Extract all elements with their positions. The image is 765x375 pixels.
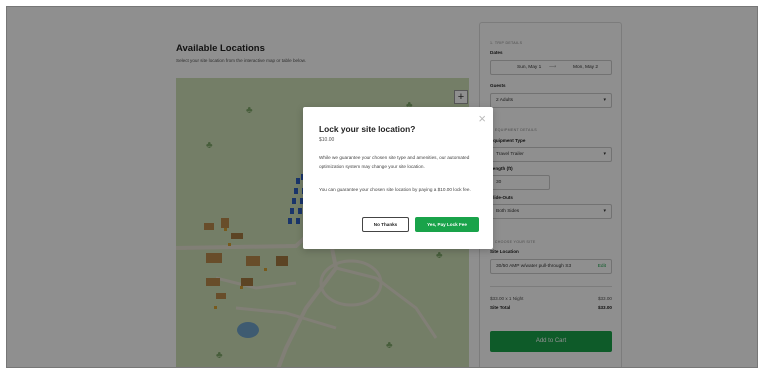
dialog-title: Lock your site location? (319, 124, 416, 134)
browser-viewport: Available Locations Select your site loc… (6, 6, 758, 368)
lock-site-dialog: × Lock your site location? $10.00 While … (303, 107, 493, 249)
pay-lock-fee-button[interactable]: Yes, Pay Lock Fee (415, 217, 479, 232)
dialog-body-text: While we guarantee your chosen site type… (319, 155, 470, 169)
lock-fee-price: $10.00 (319, 137, 335, 143)
close-icon[interactable]: × (478, 112, 486, 125)
no-thanks-button[interactable]: No Thanks (362, 217, 409, 232)
dialog-body-text-2: You can guarantee your chosen site locat… (319, 187, 471, 192)
